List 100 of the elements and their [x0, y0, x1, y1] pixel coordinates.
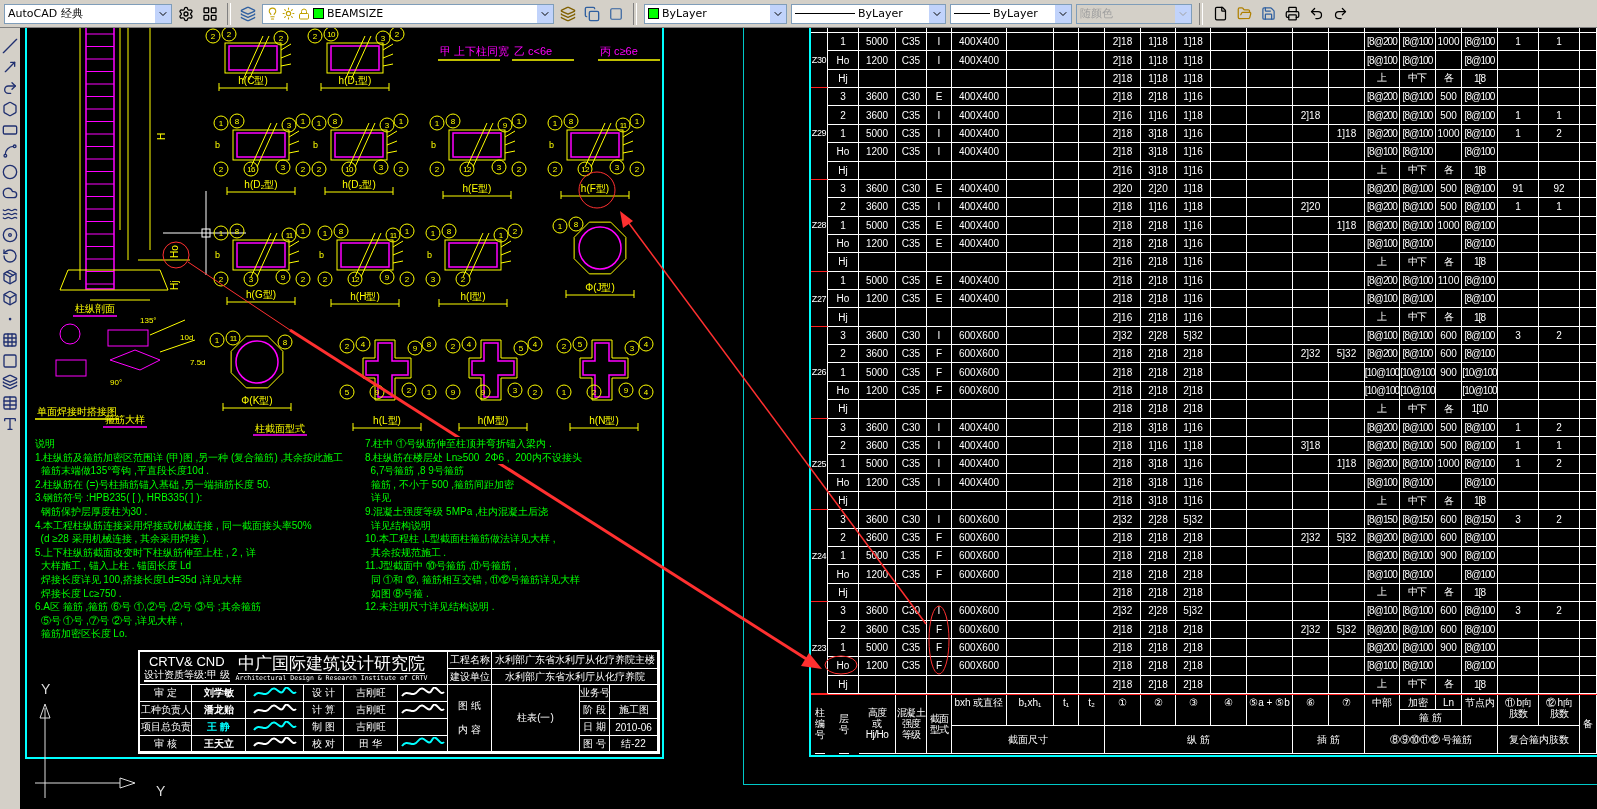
table-cell: [8@200 [1365, 216, 1400, 235]
table-cell [1539, 51, 1580, 70]
callout-bubble: 11 [615, 117, 631, 133]
table-cell [1054, 308, 1079, 327]
table-cell: [8@200 [1365, 436, 1400, 456]
meta-label: 阶 段 [580, 702, 610, 719]
table-cell: C35 [896, 198, 927, 217]
table-cell [1436, 565, 1462, 584]
hexagon-icon[interactable] [2, 101, 18, 117]
disc-icon[interactable] [2, 227, 18, 243]
table-cell: C35 [896, 106, 927, 125]
table-cell: [8@100 [1462, 473, 1498, 492]
table-cell [1211, 198, 1247, 217]
table-cell [1007, 436, 1054, 456]
table-cell: F [927, 565, 952, 584]
table-cell: [8@100 [1400, 602, 1436, 621]
box-icon[interactable] [2, 290, 18, 306]
table-cell [1054, 143, 1079, 162]
table-cell: 1000 [1436, 216, 1462, 235]
table-cell [1293, 657, 1329, 676]
table-cell [1498, 234, 1539, 254]
table-cell: [8@100 [1462, 528, 1498, 548]
table-cell: 400X400 [952, 88, 1007, 107]
save-icon[interactable] [1260, 6, 1276, 21]
callout-bubble: 3 [373, 159, 389, 175]
text-icon[interactable] [2, 416, 18, 432]
table-cell: 2 [828, 436, 859, 456]
table-cell: 2]18 [1141, 400, 1176, 419]
table-cell [1079, 33, 1105, 52]
table-cell [1329, 583, 1365, 603]
table-cell: 中下 [1400, 675, 1436, 694]
table-icon[interactable] [2, 395, 18, 411]
curved-arrow-icon[interactable] [2, 80, 18, 96]
cloud-icon[interactable] [2, 185, 18, 201]
layers-icon[interactable] [560, 5, 576, 22]
color-dropdown[interactable]: ByLayer [644, 3, 787, 24]
undo-icon[interactable] [1308, 6, 1324, 21]
table-cell [1211, 528, 1247, 548]
grid-icon[interactable] [202, 5, 218, 22]
printer-icon[interactable] [1284, 6, 1300, 21]
square-icon[interactable] [609, 6, 623, 21]
package-icon[interactable] [2, 269, 18, 285]
grid-icon[interactable] [2, 332, 18, 348]
table-cell [1007, 547, 1054, 566]
table-cell: 400X400 [952, 473, 1007, 492]
table-cell: 3 [828, 326, 859, 346]
layers-stack-icon[interactable] [584, 5, 600, 22]
rotate-icon[interactable] [2, 248, 18, 264]
table-cell: C35 [896, 657, 927, 676]
settings-icon[interactable] [178, 5, 194, 22]
table-cell: [8@150 [1365, 510, 1400, 529]
redo-icon[interactable] [1332, 6, 1348, 21]
callout-bubble: 8 [441, 223, 457, 239]
diagonal-arrow-icon[interactable] [2, 59, 18, 75]
callout-bubble: 9 [497, 117, 513, 133]
square-icon[interactable] [2, 353, 18, 369]
person-name: 王 静 [192, 719, 246, 736]
file-icon[interactable] [1212, 6, 1228, 21]
person-name: 潘龙贻 [192, 702, 246, 719]
rectangle-icon[interactable] [2, 122, 18, 138]
linetype-dropdown[interactable]: ByLayer [791, 3, 946, 24]
table-cell: 400X400 [952, 106, 1007, 125]
table-cell: [8@150 [1400, 510, 1436, 529]
table-cell: Ho [828, 565, 859, 584]
table-cell: 900 [1436, 547, 1462, 566]
wave-icon[interactable] [2, 206, 18, 222]
layers-icon[interactable] [2, 374, 18, 390]
table-cell [1539, 290, 1580, 309]
table-cell: [8@100 [1400, 565, 1436, 584]
table-cell: 5]32 [1329, 528, 1365, 548]
table-cell: [8@100 [1365, 657, 1400, 676]
table-cell [1498, 88, 1539, 107]
layer-dropdown[interactable]: BEAMSIZE [262, 3, 554, 24]
spline-icon[interactable] [2, 143, 18, 159]
table-cell: 1]18 [1176, 179, 1211, 199]
table-cell [1007, 124, 1054, 144]
table-cell [1079, 602, 1105, 621]
table-cell [1007, 253, 1054, 272]
table-cell: 2]18 [1105, 143, 1141, 162]
lineweight-dropdown[interactable]: ByLayer [950, 3, 1072, 24]
section-label: h(E型) [442, 183, 512, 200]
table-cell: 3]18 [1141, 492, 1176, 511]
table-cell [1329, 308, 1365, 327]
circle-icon[interactable] [2, 164, 18, 180]
workspace-dropdown[interactable]: AutoCAD 经典 [4, 3, 172, 24]
line-icon[interactable] [2, 38, 18, 54]
table-cell: 1]18 [1176, 106, 1211, 125]
table-cell: 2]18 [1141, 234, 1176, 254]
table-cell: [8@100 [1400, 473, 1436, 492]
table-cell [1079, 308, 1105, 327]
table-cell [1211, 234, 1247, 254]
table-cell: 2]18 [1141, 345, 1176, 364]
callout-bubble: 12 [347, 271, 363, 287]
column-header: Hj/Ho [865, 729, 889, 741]
table-cell: 中下 [1400, 253, 1436, 272]
table-cell [1329, 436, 1365, 456]
table-cell [1054, 161, 1079, 180]
layers-icon[interactable] [240, 5, 256, 22]
dimension-text: Ho [169, 245, 180, 258]
table-cell: C30 [896, 418, 927, 437]
